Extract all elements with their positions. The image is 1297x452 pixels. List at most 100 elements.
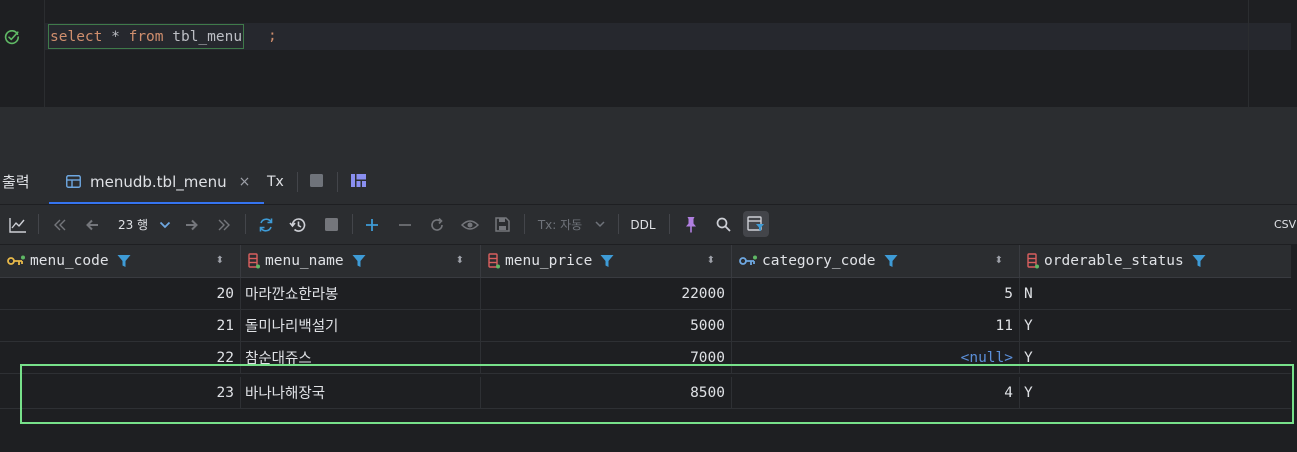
- preview-button[interactable]: [459, 205, 481, 244]
- row-count-dropdown[interactable]: [157, 205, 173, 244]
- column-header-label: menu_price: [505, 253, 593, 269]
- chevron-down-icon: [159, 221, 171, 228]
- cell-category-code[interactable]: 11: [732, 310, 1020, 341]
- refresh-button[interactable]: [256, 205, 276, 244]
- toolbar-divider: [352, 214, 353, 234]
- cell-menu-code[interactable]: 21: [0, 310, 241, 341]
- cell-menu-name[interactable]: 돌미나리백설기: [241, 310, 481, 341]
- last-page-button[interactable]: [214, 205, 234, 244]
- cell-menu-price[interactable]: 22000: [481, 278, 732, 309]
- sort-icon[interactable]: ⬍: [995, 255, 1003, 266]
- sql-semicolon: ;: [268, 28, 277, 44]
- gutter-divider: [44, 0, 45, 107]
- search-button[interactable]: [713, 205, 733, 244]
- stop-icon[interactable]: [310, 174, 323, 187]
- table-icon: [66, 175, 81, 188]
- cell-menu-price[interactable]: 5000: [481, 310, 732, 341]
- next-page-button[interactable]: [182, 205, 202, 244]
- stop-icon: [324, 218, 338, 231]
- filter-icon[interactable]: [352, 254, 366, 268]
- column-icon: [248, 253, 260, 269]
- tab-tx[interactable]: Tx: [267, 159, 284, 204]
- column-header-category-code[interactable]: category_code ⬍: [732, 245, 1020, 278]
- filter-icon[interactable]: [1192, 254, 1206, 268]
- toolbar-divider: [245, 214, 246, 234]
- pin-icon: [686, 217, 696, 233]
- table-row[interactable]: 21 돌미나리백설기 5000 11 Y: [0, 310, 1291, 342]
- sql-keyword-select: select: [50, 28, 103, 45]
- tab-tbl-menu-label: menudb.tbl_menu: [90, 172, 227, 191]
- row-count-button[interactable]: 23 행: [115, 205, 151, 244]
- ddl-button[interactable]: DDL: [628, 205, 658, 244]
- active-tab-indicator: [49, 202, 265, 204]
- column-header-menu-name[interactable]: menu_name ⬍: [241, 245, 481, 278]
- column-header-label: menu_name: [265, 253, 344, 269]
- column-header-orderable-status[interactable]: orderable_status: [1020, 245, 1291, 278]
- arrow-left-icon: [86, 219, 98, 230]
- filter-icon[interactable]: [884, 254, 898, 268]
- history-button[interactable]: [288, 205, 308, 244]
- foreign-key-icon: [739, 255, 757, 265]
- history-icon: [289, 217, 306, 232]
- save-icon: [494, 217, 510, 232]
- column-header-label: orderable_status: [1044, 253, 1184, 269]
- double-chevron-left-icon: [54, 219, 66, 230]
- cell-category-code[interactable]: 5: [732, 278, 1020, 309]
- tab-output-label: 출력: [2, 173, 30, 191]
- sort-icon[interactable]: ⬍: [216, 255, 224, 266]
- filter-icon[interactable]: [117, 254, 131, 268]
- cancel-button[interactable]: [321, 205, 341, 244]
- sql-statement[interactable]: select * from tbl_menu: [48, 24, 245, 49]
- close-icon[interactable]: ×: [239, 174, 251, 190]
- toolbar-divider: [38, 214, 39, 234]
- sort-icon[interactable]: ⬍: [707, 255, 715, 266]
- column-icon: [488, 253, 500, 269]
- tab-tbl-menu[interactable]: menudb.tbl_menu ×: [49, 159, 265, 204]
- filter-view-toggle[interactable]: [743, 211, 769, 237]
- sql-keyword-from: from: [128, 28, 164, 45]
- csv-label: CSV: [1274, 218, 1297, 231]
- column-header-label: menu_code: [30, 253, 109, 269]
- submit-button[interactable]: [492, 205, 512, 244]
- highlight-box: [20, 364, 1294, 424]
- sort-icon[interactable]: ⬍: [456, 255, 464, 266]
- layout-icon[interactable]: [351, 174, 366, 187]
- column-header-menu-price[interactable]: menu_price ⬍: [481, 245, 732, 278]
- plus-icon: [366, 218, 378, 231]
- cell-menu-code[interactable]: 20: [0, 278, 241, 309]
- search-icon: [716, 217, 731, 232]
- cell-orderable-status[interactable]: N: [1020, 278, 1291, 309]
- export-format-button[interactable]: CSV: [1274, 205, 1297, 244]
- cell-menu-name[interactable]: 마라깐쇼한라봉: [241, 278, 481, 309]
- sql-star: *: [102, 28, 129, 45]
- cell-orderable-status[interactable]: Y: [1020, 310, 1291, 341]
- tx-mode-dropdown[interactable]: Tx: 자동: [534, 205, 586, 244]
- tx-mode-chevron[interactable]: [592, 205, 608, 244]
- filter-icon[interactable]: [600, 254, 614, 268]
- row-count-label: 23 행: [117, 218, 149, 232]
- sql-editor[interactable]: select * from tbl_menu ;: [0, 0, 1297, 107]
- tx-mode-label: Tx: 자동: [537, 218, 583, 232]
- chart-button[interactable]: [6, 205, 30, 244]
- revert-button[interactable]: [427, 205, 447, 244]
- first-page-button[interactable]: [50, 205, 70, 244]
- refresh-icon: [259, 217, 273, 232]
- toolbar-divider: [524, 214, 525, 234]
- results-tab-bar: 출력 menudb.tbl_menu × Tx: [0, 159, 1297, 205]
- arrow-right-icon: [186, 219, 198, 230]
- tab-output[interactable]: 출력: [2, 159, 30, 204]
- revert-icon: [431, 217, 443, 231]
- toolbar-divider: [618, 214, 619, 234]
- column-icon: [1027, 253, 1039, 269]
- prev-page-button[interactable]: [82, 205, 102, 244]
- panel-splitter[interactable]: [0, 107, 1297, 159]
- grid-toolbar: 23 행 Tx: 자동 DDL CSV: [0, 205, 1297, 244]
- add-row-button[interactable]: [362, 205, 382, 244]
- delete-row-button[interactable]: [395, 205, 415, 244]
- column-header-menu-code[interactable]: menu_code ⬍: [0, 245, 241, 278]
- table-row[interactable]: 20 마라깐쇼한라봉 22000 5 N: [0, 278, 1291, 310]
- pin-tab-button[interactable]: [681, 205, 701, 244]
- executed-check-icon: [4, 30, 20, 45]
- minus-icon: [399, 223, 411, 226]
- tab-divider: [297, 172, 298, 192]
